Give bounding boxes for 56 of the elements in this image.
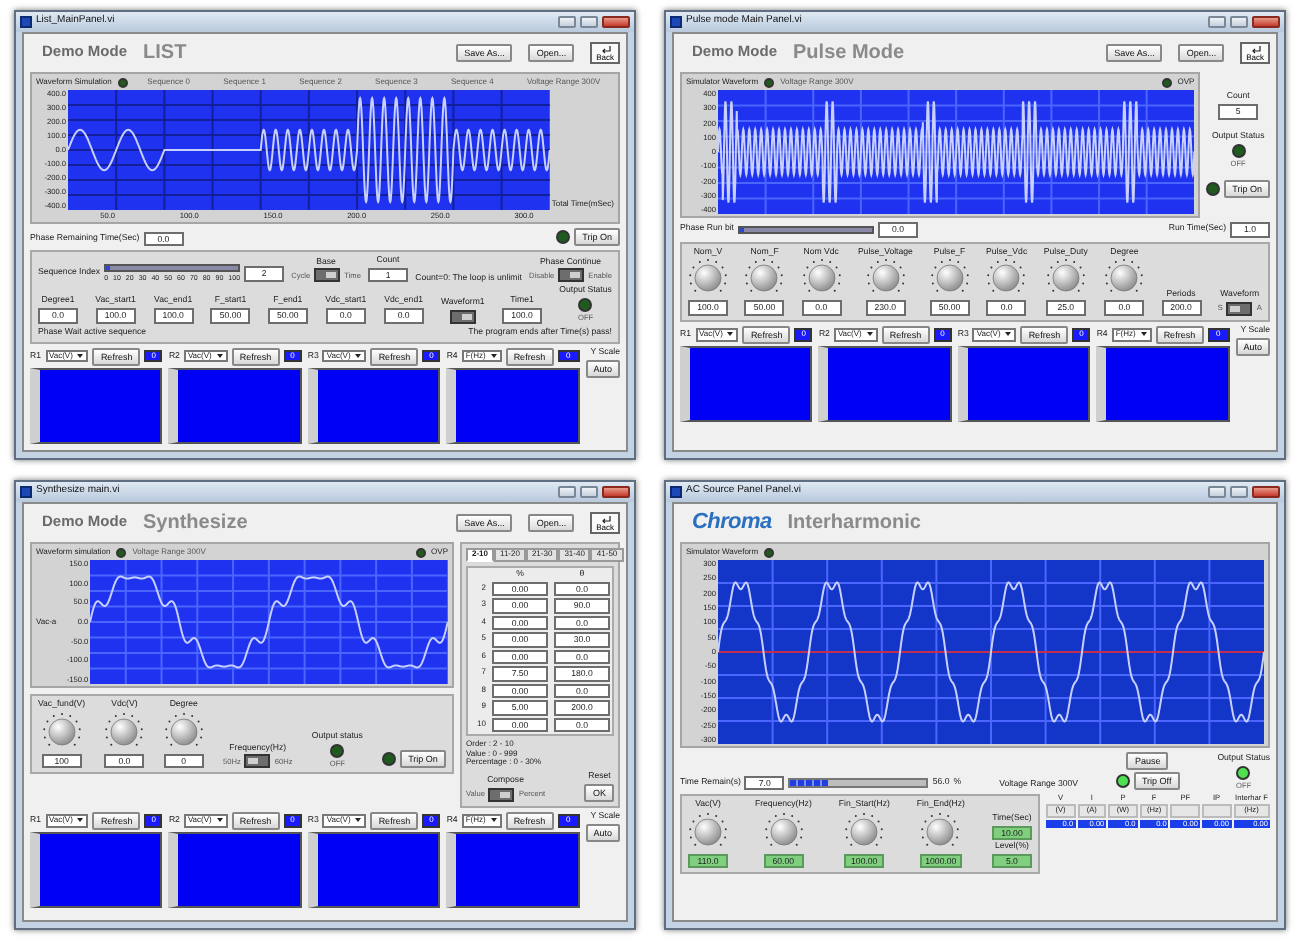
caret-icon: [489, 352, 498, 361]
minimize-button[interactable]: [1208, 486, 1226, 498]
scope-plot: [168, 831, 302, 908]
scope-plot: [168, 367, 302, 444]
caret-icon: [76, 816, 85, 825]
slider-track[interactable]: [738, 225, 874, 234]
toggle-switch[interactable]: [1226, 301, 1253, 316]
close-button[interactable]: [1252, 486, 1280, 498]
scope-plot: [446, 367, 580, 444]
scope-plot: [818, 345, 952, 422]
brand-logo: Chroma: [692, 510, 772, 536]
app-icon: [20, 486, 32, 498]
app-icon: [670, 16, 682, 28]
close-button[interactable]: [602, 486, 630, 498]
scope-plot: [680, 345, 813, 422]
caret-icon: [1139, 330, 1148, 339]
minimize-button[interactable]: [558, 16, 576, 28]
mode-heading: Interharmonic: [787, 511, 921, 535]
app-icon: [20, 16, 32, 28]
caret-icon: [215, 816, 224, 825]
caret-icon: [354, 352, 363, 361]
caret-icon: [215, 352, 224, 361]
toggle-switch[interactable]: [244, 754, 271, 769]
mode-heading: LIST: [143, 41, 187, 65]
minimize-button[interactable]: [1208, 16, 1226, 28]
scope-plot: [30, 367, 163, 444]
scope-plot: [446, 831, 580, 908]
back-arrow-icon: [1249, 43, 1262, 54]
maximize-button[interactable]: [580, 16, 598, 28]
close-button[interactable]: [1252, 16, 1280, 28]
toggle-switch[interactable]: [314, 268, 341, 283]
maximize-button[interactable]: [580, 486, 598, 498]
scope-plot: [1096, 345, 1230, 422]
mode-heading: Pulse Mode: [793, 41, 905, 65]
minimize-button[interactable]: [558, 486, 576, 498]
caret-icon: [1004, 330, 1013, 339]
caret-icon: [726, 330, 735, 339]
slider-track[interactable]: [104, 264, 241, 273]
scope-plot: [957, 345, 1091, 422]
scope-plot: [30, 831, 163, 908]
scope-plot: [307, 367, 441, 444]
close-button[interactable]: [602, 16, 630, 28]
scope-plot: [307, 831, 441, 908]
back-arrow-icon: [599, 513, 612, 524]
app-icon: [670, 486, 682, 498]
caret-icon: [865, 330, 874, 339]
toggle-switch[interactable]: [488, 787, 515, 802]
toggle-switch[interactable]: [449, 309, 476, 324]
back-arrow-icon: [599, 43, 612, 54]
caret-icon: [76, 352, 85, 361]
caret-icon: [354, 816, 363, 825]
caret-icon: [489, 816, 498, 825]
mode-heading: Synthesize: [143, 511, 248, 535]
maximize-button[interactable]: [1230, 16, 1248, 28]
maximize-button[interactable]: [1230, 486, 1248, 498]
toggle-switch[interactable]: [558, 268, 585, 283]
